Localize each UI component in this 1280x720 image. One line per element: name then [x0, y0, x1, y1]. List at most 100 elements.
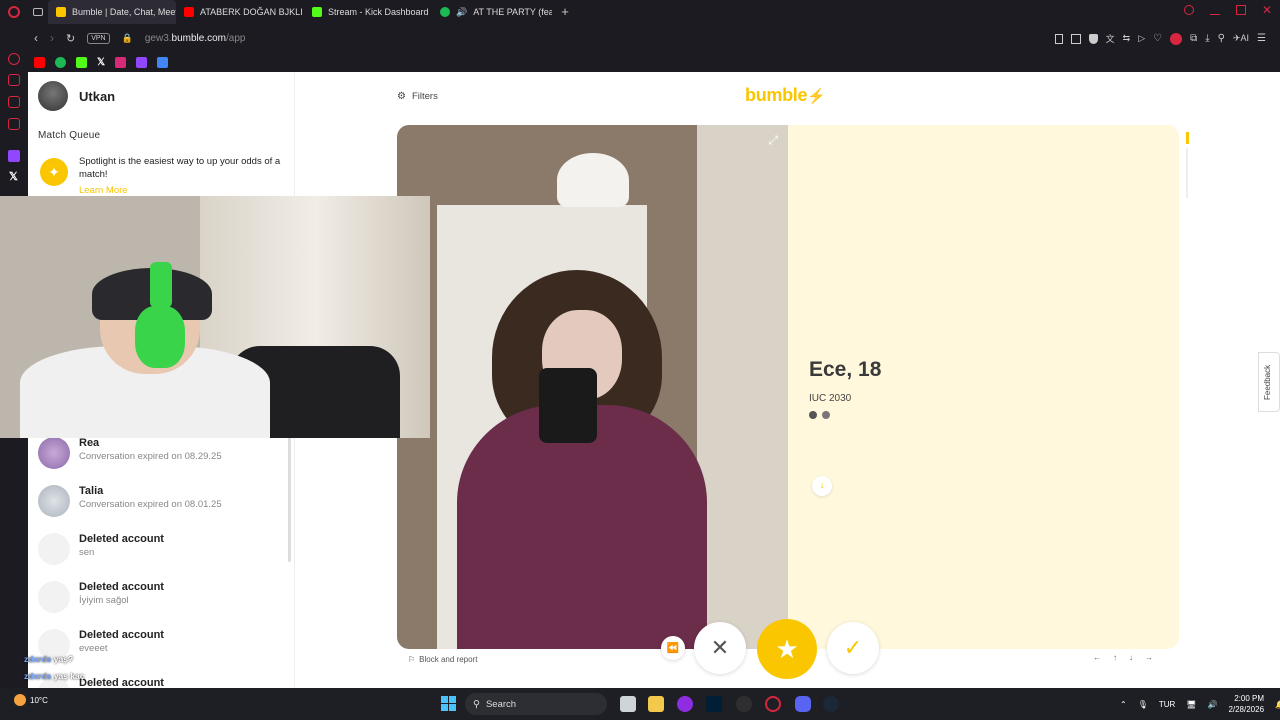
back-icon[interactable]: ‹ [34, 31, 38, 45]
search-tabs-icon[interactable] [1183, 5, 1194, 15]
opera-icon[interactable] [765, 696, 781, 712]
reload-icon[interactable]: ↻ [66, 32, 75, 45]
opera-logo-icon[interactable] [0, 0, 28, 24]
menu-icon[interactable]: ☰ [1257, 33, 1266, 44]
tab-spotify[interactable]: 🔊 AT THE PARTY (feat. P [432, 0, 552, 24]
weather-widget[interactable]: 10°C [14, 694, 48, 706]
avatar [38, 437, 70, 469]
kick-bookmark-icon[interactable] [76, 56, 87, 68]
task-view-icon[interactable] [620, 696, 636, 712]
user-avatar[interactable] [38, 81, 68, 111]
twitch-sidebar-icon[interactable] [8, 150, 20, 162]
volume-icon[interactable]: 🔊 [1207, 700, 1217, 709]
profile-school: IUC 2030 [809, 393, 852, 404]
maps-bookmark-icon[interactable] [157, 56, 169, 68]
list-item[interactable]: Deleted account İyiyim sağol [28, 576, 290, 622]
search-label: Search [485, 698, 517, 710]
feedback-tab[interactable]: Feedback [1258, 352, 1280, 412]
flow-icon[interactable]: ⇆ [1123, 33, 1131, 44]
snapshot-icon[interactable] [1070, 33, 1081, 44]
start-button[interactable] [441, 696, 456, 711]
x-bookmark-icon[interactable]: 𝕏 [97, 57, 105, 68]
pin-icon[interactable] [1054, 33, 1063, 44]
play-icon[interactable]: ▷ [1138, 33, 1145, 44]
network-icon[interactable]: 🖥 [1186, 700, 1196, 709]
obs-icon[interactable] [736, 696, 752, 712]
lock-icon[interactable]: 🔒 [122, 33, 133, 44]
microphone-icon[interactable]: 🎙 [1138, 700, 1148, 709]
forward-icon[interactable]: › [50, 31, 54, 45]
discord-icon[interactable] [795, 696, 811, 712]
file-explorer-icon[interactable] [648, 696, 664, 712]
language-indicator[interactable]: TUR [1159, 700, 1175, 709]
scrollbar[interactable] [1186, 148, 1188, 198]
scroll-down-button[interactable]: ↓ [812, 476, 832, 496]
translate-icon[interactable]: 文 [1106, 32, 1115, 45]
expand-icon[interactable]: ⤢ [768, 133, 778, 148]
flag-icon: ⚐ [408, 655, 416, 664]
tab-youtube[interactable]: ATABERK DOĞAN BJKLI A [176, 0, 304, 24]
block-report-link[interactable]: ⚐ Block and report [408, 655, 477, 664]
x-sidebar-icon[interactable]: 𝕏 [9, 170, 18, 183]
list-item[interactable]: Rea Conversation expired on 08.29.25 [28, 432, 290, 478]
heart-icon[interactable]: ♡ [1153, 33, 1162, 44]
bumble-logo[interactable]: bumble⚡ [745, 85, 826, 106]
tab-bumble[interactable]: Bumble | Date, Chat, Meet [48, 0, 176, 24]
list-item[interactable]: Deleted account sen [28, 528, 290, 574]
spotlight-text: Spotlight is the easiest way to up your … [79, 156, 281, 180]
new-tab-button[interactable]: + [558, 5, 572, 19]
twitch-bookmark-icon[interactable] [136, 56, 148, 68]
close-icon[interactable]: ✕ [1262, 4, 1272, 16]
photoshop-icon[interactable] [706, 696, 722, 712]
temperature: 10°C [30, 695, 48, 705]
filters-button[interactable]: ⚙ Filters [397, 91, 438, 102]
photo-progress-indicator [1186, 132, 1189, 144]
tab-title: ATABERK DOĞAN BJKLI A [200, 7, 304, 17]
shield-icon[interactable] [1088, 33, 1098, 44]
messenger-icon[interactable] [8, 96, 20, 108]
aria-ai-button[interactable]: ✈AI [1233, 33, 1249, 44]
backtrack-button[interactable]: ⏪ [661, 636, 685, 660]
profile-icon[interactable]: ⚲ [1218, 33, 1225, 44]
user-name[interactable]: Utkan [79, 89, 115, 104]
superswipe-button[interactable]: ★ [757, 619, 817, 679]
instagram-bookmark-icon[interactable] [115, 56, 127, 68]
tab-overview-icon[interactable] [28, 0, 48, 24]
bumble-favicon-icon [56, 7, 66, 17]
scrollbar[interactable] [288, 432, 291, 562]
badge-icons [809, 411, 830, 419]
clock[interactable]: 2:00 PM 2/28/2026 [1228, 693, 1264, 715]
aria-icon[interactable] [8, 53, 20, 65]
like-button[interactable]: ✓ [827, 622, 879, 674]
conversation-name: Talia [79, 485, 104, 497]
spotlight-icon[interactable]: ✦ [40, 158, 68, 186]
speaker-icon[interactable]: 🔊 [456, 7, 467, 18]
browser-tab-bar: Bumble | Date, Chat, Meet ATABERK DOĞAN … [0, 0, 1280, 24]
chevron-up-icon[interactable]: ⌃ [1120, 700, 1127, 709]
tab-kick[interactable]: Stream - Kick Dashboard [304, 0, 432, 24]
block-report-label: Block and report [419, 655, 478, 664]
profile-photo[interactable]: ⤢ [397, 125, 788, 649]
conversation-name: Deleted account [79, 677, 164, 688]
filters-label: Filters [411, 91, 438, 102]
extensions-icon[interactable]: ⧉ [1190, 33, 1197, 44]
learn-more-link[interactable]: Learn More [79, 185, 128, 196]
downloads-icon[interactable]: ⤓ [1205, 33, 1209, 44]
youtube-bookmark-icon[interactable] [34, 56, 45, 68]
minimize-icon[interactable] [1209, 5, 1220, 15]
list-item[interactable]: Talia Conversation expired on 08.01.25 [28, 480, 290, 526]
maximize-icon[interactable] [1235, 5, 1246, 15]
mail-icon[interactable] [8, 118, 20, 130]
steam-icon[interactable] [823, 696, 839, 712]
pass-button[interactable]: ✕ [694, 622, 746, 674]
chat-message: zdxrds yaş? [24, 654, 73, 664]
adblock-icon[interactable] [1170, 32, 1183, 45]
notification-icon[interactable]: 🔔 [1275, 700, 1280, 709]
conversation-name: Deleted account [79, 629, 164, 641]
spotify-bookmark-icon[interactable] [55, 56, 66, 68]
url-field[interactable]: gew3.bumble.com/app [145, 33, 246, 44]
bag-icon[interactable] [8, 74, 20, 86]
taskbar-search[interactable]: ⚲ Search [465, 693, 607, 715]
opera-gx-icon[interactable] [677, 696, 693, 712]
vpn-badge[interactable]: VPN [87, 32, 110, 44]
